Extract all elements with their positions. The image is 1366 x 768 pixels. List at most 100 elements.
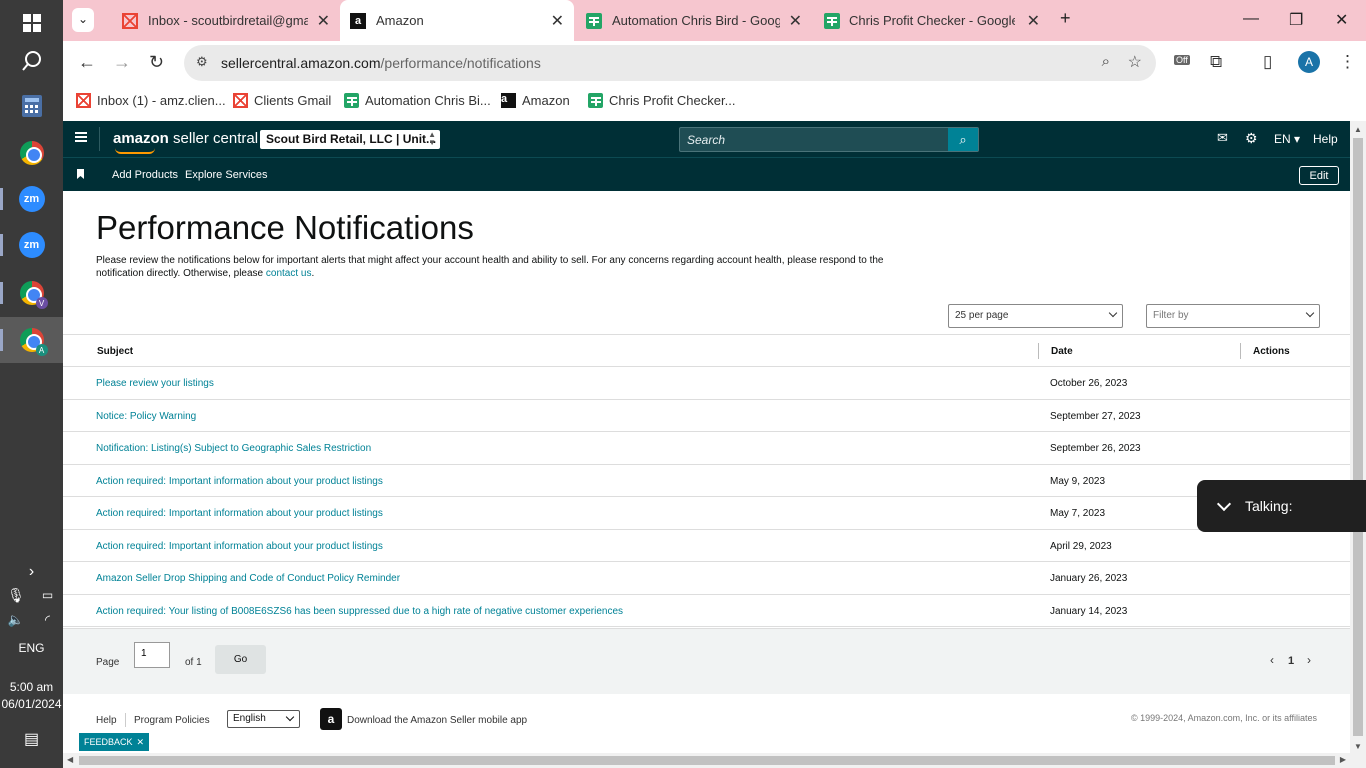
bookmark-automation[interactable]: Automation Chris Bi... — [344, 93, 491, 108]
zoom-app-icon[interactable]: zm — [0, 176, 63, 222]
new-tab-plus-icon[interactable]: + — [1060, 8, 1071, 29]
minimize-icon[interactable]: — — [1243, 10, 1259, 28]
tab-profit-checker-sheet[interactable]: Chris Profit Checker - Google Sh ✕ — [812, 0, 1050, 41]
window-close-icon[interactable]: ✕ — [1335, 10, 1348, 30]
vertical-scrollbar[interactable]: ▲ ▼ — [1350, 121, 1366, 753]
horizontal-scroll-thumb[interactable] — [79, 756, 1335, 765]
notification-subject-link[interactable]: Please review your listings — [96, 378, 214, 389]
page-footer: Help Program Policies English a Download… — [63, 694, 1350, 753]
restore-icon[interactable]: ❐ — [1289, 10, 1303, 30]
seller-central-header: amazon seller central Scout Bird Retail,… — [63, 121, 1350, 157]
more-menu-icon[interactable]: ⋮ — [1339, 52, 1356, 72]
notification-subject-link[interactable]: Notification: Listing(s) Subject to Geog… — [96, 443, 371, 454]
edit-button[interactable]: Edit — [1299, 166, 1339, 185]
reload-icon[interactable]: ↻ — [149, 52, 164, 73]
table-row: Action required: Your listing of B008E6S… — [63, 595, 1350, 627]
filter-select[interactable]: Filter by — [1146, 304, 1320, 328]
per-page-select[interactable]: 25 per page — [948, 304, 1123, 328]
site-info-icon[interactable]: ⚙ — [196, 54, 208, 70]
chevron-right-icon[interactable]: › — [0, 563, 63, 581]
volume-icon[interactable]: 🔈 — [0, 612, 32, 628]
chrome-profile-v-icon[interactable]: V — [0, 270, 63, 316]
bookmark-inbox[interactable]: Inbox (1) - amz.clien... — [76, 93, 226, 108]
add-products-link[interactable]: Add Products — [112, 169, 178, 181]
bookmark-star-icon[interactable]: ☆ — [1128, 52, 1142, 72]
page-number-input[interactable]: 1 — [134, 642, 170, 668]
address-bar[interactable]: ⚙ sellercentral.amazon.com/performance/n… — [184, 45, 1156, 81]
notification-date: May 7, 2023 — [1050, 508, 1106, 519]
search-input[interactable]: Search — [687, 133, 725, 147]
notification-date: September 26, 2023 — [1050, 443, 1141, 454]
notification-date: May 9, 2023 — [1050, 475, 1106, 487]
notification-subject-link[interactable]: Amazon Seller Drop Shipping and Code of … — [96, 573, 400, 584]
calculator-icon[interactable] — [0, 83, 63, 129]
clock-date[interactable]: 06/01/2024 — [0, 697, 63, 711]
tab-automation-sheet[interactable]: Automation Chris Bird - Google ✕ — [574, 0, 812, 41]
chrome-icon[interactable] — [0, 130, 63, 176]
zoom-magnifier-icon[interactable]: ⌕ — [1102, 53, 1110, 70]
side-panel-icon[interactable]: ▯ — [1263, 52, 1272, 72]
help-link[interactable]: Help — [1313, 132, 1338, 146]
close-icon[interactable]: ✕ — [789, 11, 802, 31]
close-icon[interactable]: ✕ — [317, 11, 330, 31]
vertical-scroll-thumb[interactable] — [1353, 138, 1363, 736]
table-row: Amazon Seller Drop Shipping and Code of … — [63, 562, 1350, 595]
bookmark-clients-gmail[interactable]: Clients Gmail — [233, 93, 331, 108]
column-date[interactable]: Date — [1051, 346, 1073, 357]
account-selector[interactable]: Scout Bird Retail, LLC | Unit... ▲ ▼ — [260, 130, 440, 149]
close-icon[interactable]: ✕ — [1027, 11, 1040, 31]
tab-gmail-inbox[interactable]: Inbox - scoutbirdretail@gmail.c ✕ — [100, 0, 340, 41]
profile-avatar[interactable]: A — [1298, 51, 1320, 73]
close-icon[interactable]: ✕ — [136, 737, 144, 748]
chevron-right-icon[interactable]: › — [1307, 653, 1311, 667]
contact-us-link[interactable]: contact us — [266, 268, 312, 279]
extensions-puzzle-icon[interactable]: ⧉ — [1210, 52, 1222, 72]
search-button-icon[interactable]: ⌕ — [948, 128, 978, 151]
bookmark-profit-checker[interactable]: Chris Profit Checker... — [588, 93, 735, 108]
chevron-down-icon[interactable] — [1216, 496, 1232, 512]
go-button[interactable]: Go — [215, 645, 266, 674]
seller-search[interactable]: Search ⌕ — [679, 127, 979, 152]
notification-subject-link[interactable]: Action required: Important information a… — [96, 508, 383, 519]
notification-subject-link[interactable]: Notice: Policy Warning — [96, 411, 196, 422]
language-indicator[interactable]: ENG — [0, 641, 63, 655]
notification-date: October 26, 2023 — [1050, 378, 1128, 389]
microphone-icon[interactable]: 🎙 — [0, 587, 32, 604]
extension-off-icon[interactable]: Off — [1174, 52, 1190, 66]
talking-widget[interactable]: Talking: — [1197, 480, 1366, 532]
footer-help-link[interactable]: Help — [96, 715, 117, 726]
current-page-number[interactable]: 1 — [1288, 655, 1294, 667]
forward-arrow-icon[interactable]: → — [113, 52, 131, 73]
horizontal-scrollbar[interactable]: ◀ ▶ — [63, 753, 1350, 768]
search-icon[interactable] — [0, 38, 63, 84]
language-selector[interactable]: EN ▾ — [1274, 132, 1300, 146]
tab-amazon[interactable]: a Amazon ✕ — [340, 0, 574, 41]
battery-icon[interactable]: ▭ — [32, 588, 63, 602]
notification-icon[interactable]: ▤ — [0, 729, 63, 749]
chrome-profile-a-icon[interactable]: A — [0, 317, 63, 363]
wifi-icon[interactable]: ◜ — [32, 612, 63, 628]
notification-subject-link[interactable]: Action required: Important information a… — [96, 541, 383, 552]
footer-language-select[interactable]: English — [227, 710, 300, 728]
notification-subject-link[interactable]: Action required: Important information a… — [96, 476, 383, 487]
hamburger-menu-icon[interactable] — [75, 132, 87, 142]
settings-gear-icon[interactable]: ⚙ — [1245, 130, 1258, 147]
notification-date: January 26, 2023 — [1050, 573, 1128, 584]
chevron-left-icon[interactable]: ‹ — [1270, 653, 1274, 667]
close-icon[interactable]: ✕ — [551, 11, 564, 31]
amazon-app-icon[interactable]: a — [320, 708, 342, 730]
back-arrow-icon[interactable]: ← — [78, 52, 96, 73]
notification-subject-link[interactable]: Action required: Your listing of B008E6S… — [96, 606, 623, 617]
bookmark-icon[interactable] — [77, 169, 84, 179]
column-subject[interactable]: Subject — [97, 346, 133, 357]
feedback-button[interactable]: FEEDBACK ✕ — [79, 733, 149, 751]
bookmark-amazon[interactable]: a Amazon — [501, 93, 570, 108]
zoom-app-icon-2[interactable]: zm — [0, 222, 63, 268]
tab-search-chevron-icon[interactable]: ⌄ — [72, 8, 94, 32]
program-policies-link[interactable]: Program Policies — [134, 715, 210, 726]
mail-icon[interactable]: ✉ — [1217, 130, 1228, 146]
download-app-link[interactable]: Download the Amazon Seller mobile app — [347, 715, 527, 726]
clock-time[interactable]: 5:00 am — [0, 680, 63, 694]
explore-services-link[interactable]: Explore Services — [185, 169, 268, 181]
seller-central-logo[interactable]: amazon seller central — [113, 130, 258, 154]
